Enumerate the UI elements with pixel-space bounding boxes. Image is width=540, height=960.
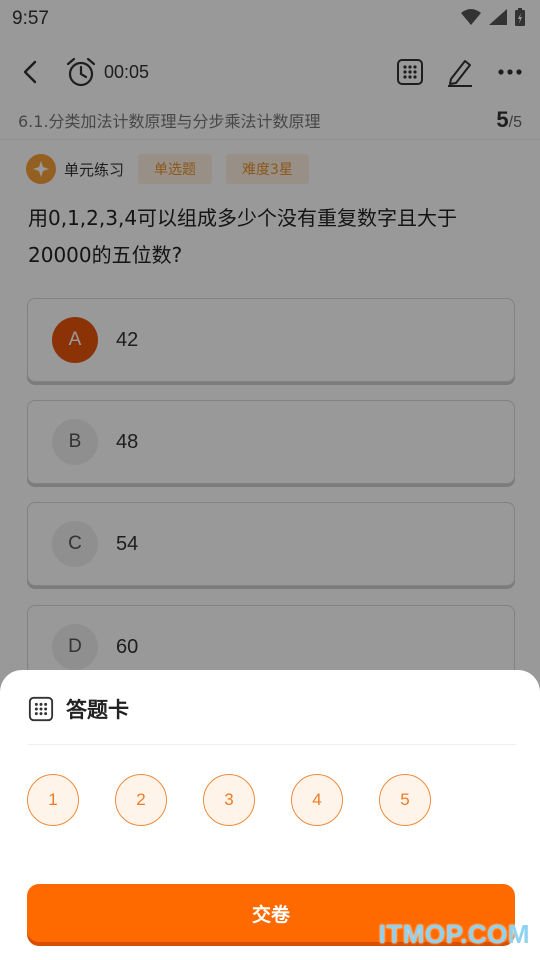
watermark: ITMOP.COM xyxy=(378,919,530,949)
answer-card-item-1[interactable]: 1 xyxy=(27,774,79,826)
answer-grid-icon xyxy=(28,696,54,722)
answer-sheet-title: 答题卡 xyxy=(66,698,129,722)
answer-card-numbers: 1 2 3 4 5 xyxy=(27,774,431,826)
answer-card-item-3[interactable]: 3 xyxy=(203,774,255,826)
divider xyxy=(28,744,516,745)
answer-sheet-panel: 答题卡 1 2 3 4 5 交卷 xyxy=(0,670,540,960)
answer-card-item-4[interactable]: 4 xyxy=(291,774,343,826)
answer-card-item-2[interactable]: 2 xyxy=(115,774,167,826)
answer-card-item-5[interactable]: 5 xyxy=(379,774,431,826)
answer-sheet-header: 答题卡 xyxy=(28,694,129,724)
